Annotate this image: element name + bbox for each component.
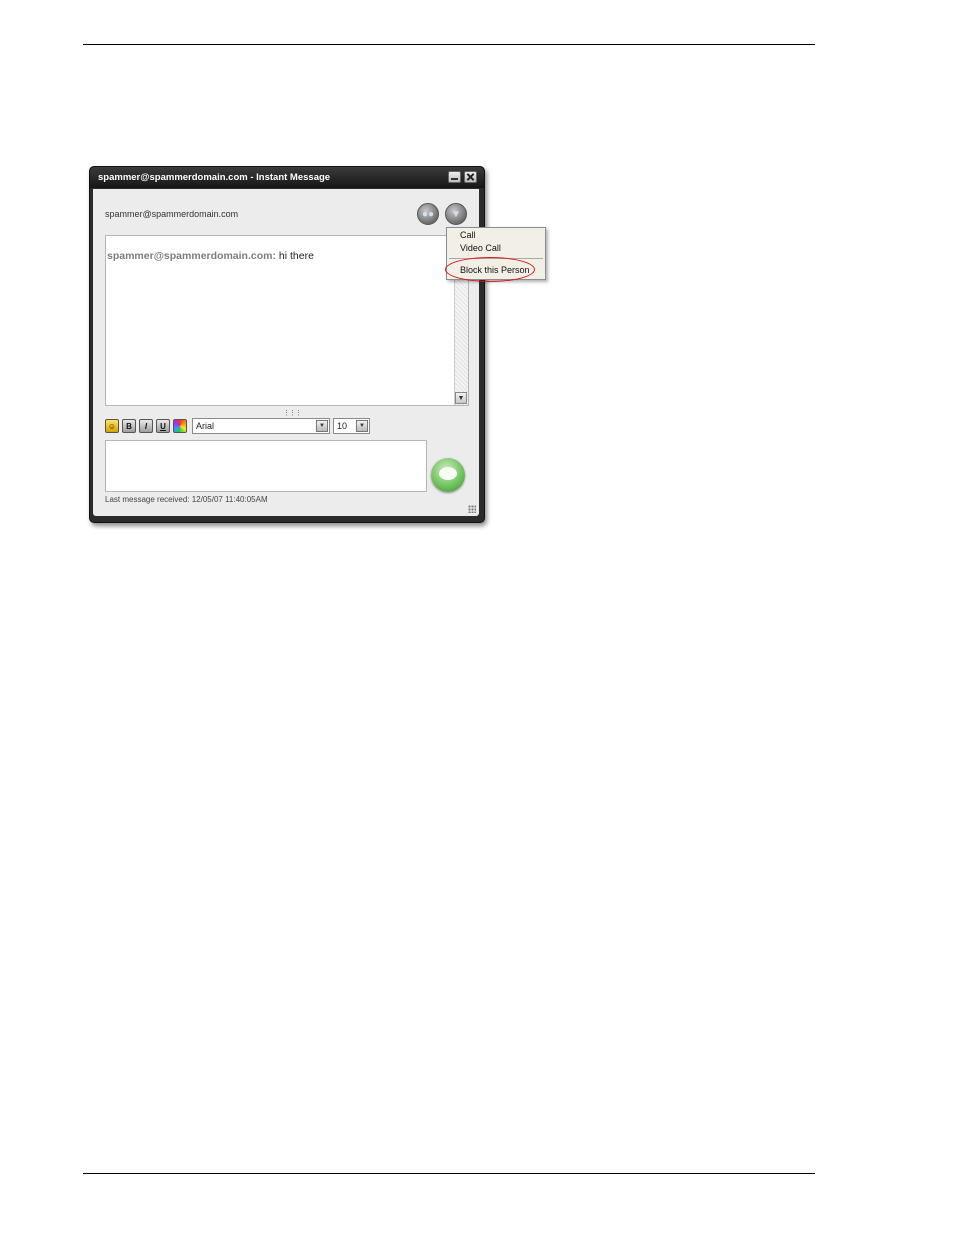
- send-button[interactable]: [431, 458, 465, 492]
- window-title: spammer@spammerdomain.com - Instant Mess…: [98, 172, 331, 183]
- header-rule: [83, 44, 815, 45]
- message-text: hi there: [278, 250, 314, 262]
- bold-button[interactable]: B: [122, 419, 136, 433]
- font-family-value: Arial: [196, 421, 215, 431]
- highlight-annotation: [445, 257, 535, 282]
- actions-menu-button[interactable]: ▼: [445, 203, 467, 225]
- font-size-select[interactable]: 10 ▼: [333, 418, 370, 434]
- title-bar[interactable]: spammer@spammerdomain.com - Instant Mess…: [90, 167, 484, 188]
- im-client-area: spammer@spammerdomain.com ●● ▼ spammer@s…: [93, 189, 479, 516]
- text-color-button[interactable]: [173, 419, 187, 433]
- conversation-history[interactable]: spammer@spammerdomain.com: hi there ▼: [105, 235, 469, 406]
- close-button[interactable]: [464, 171, 477, 183]
- people-icon: ●●: [421, 208, 435, 220]
- resize-grip[interactable]: [468, 505, 476, 513]
- underline-button[interactable]: U: [156, 419, 170, 433]
- footer-rule: [83, 1173, 815, 1174]
- speech-bubble-icon: [439, 467, 457, 480]
- emoticon-button[interactable]: ☺: [105, 419, 119, 433]
- menu-item-video-call[interactable]: Video Call: [460, 243, 501, 253]
- scroll-down-button[interactable]: ▼: [455, 392, 467, 404]
- italic-button[interactable]: I: [139, 419, 153, 433]
- message-compose-input[interactable]: [105, 440, 427, 492]
- message-row: spammer@spammerdomain.com: hi there: [107, 250, 314, 262]
- chevron-down-icon[interactable]: ▼: [356, 420, 368, 432]
- chevron-down-icon: ▼: [451, 208, 461, 220]
- font-size-value: 10: [337, 421, 348, 431]
- chevron-down-icon[interactable]: ▼: [316, 420, 328, 432]
- font-family-select[interactable]: Arial ▼: [192, 418, 330, 434]
- menu-item-call[interactable]: Call: [460, 230, 476, 240]
- minimize-button[interactable]: [448, 171, 461, 183]
- smiley-icon: ☺: [107, 421, 117, 431]
- instant-message-window: spammer@spammerdomain.com - Instant Mess…: [89, 166, 485, 523]
- last-message-status: Last message received: 12/05/07 11:40:05…: [105, 495, 268, 504]
- contact-name: spammer@spammerdomain.com: [105, 209, 239, 219]
- message-sender: spammer@spammerdomain.com:: [107, 250, 276, 262]
- pane-splitter-handle[interactable]: ⋮⋮⋮: [283, 409, 302, 417]
- contacts-button[interactable]: ●●: [417, 203, 439, 225]
